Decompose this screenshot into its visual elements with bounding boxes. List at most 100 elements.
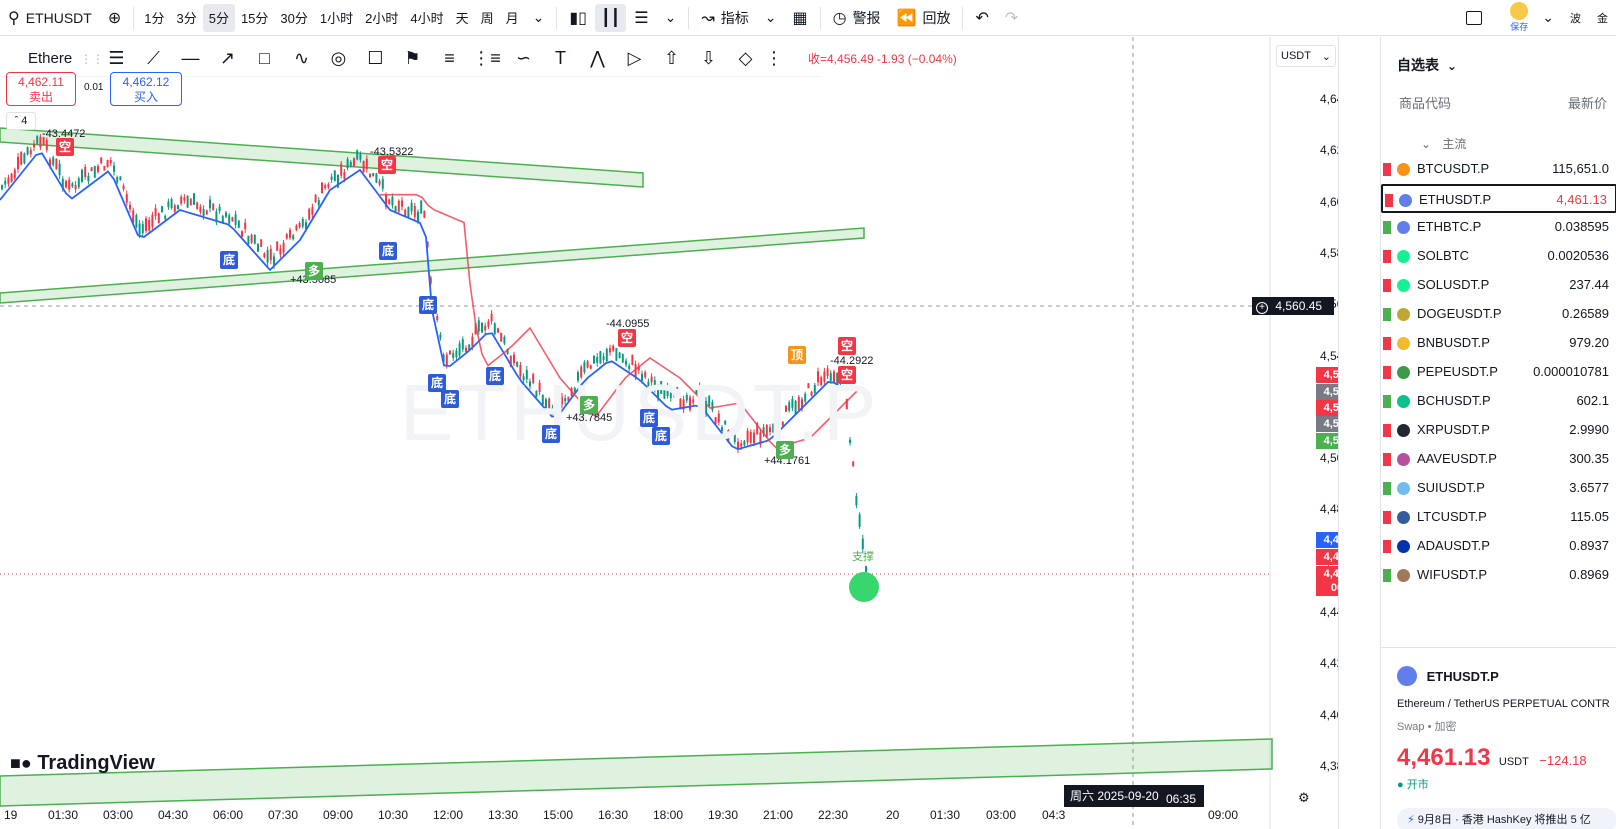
watchlist-title[interactable]: 自选表 ⌄	[1397, 55, 1457, 75]
redo-button[interactable]: ↷	[997, 0, 1026, 36]
coin-icon	[1397, 511, 1410, 524]
save-dropdown[interactable]: ⌄	[1534, 0, 1562, 36]
interval-4[interactable]: 30分	[274, 0, 313, 36]
flag-icon[interactable]	[1383, 308, 1391, 321]
alert-button[interactable]: ◷ 警报	[825, 0, 889, 36]
flag-icon[interactable]	[1383, 424, 1391, 437]
interval-8[interactable]: 天	[450, 0, 475, 36]
compare-button[interactable]: ⊕	[100, 0, 129, 36]
interval-6[interactable]: 2小时	[359, 0, 404, 36]
interval-dropdown[interactable]: ⌄	[525, 0, 553, 36]
parallel-channel-icon[interactable]: ≡	[431, 48, 468, 69]
watchlist-row[interactable]: ADAUSDT.P 0.8937	[1381, 532, 1616, 561]
watchlist-row[interactable]: SOLBTC 0.0020536	[1381, 242, 1616, 271]
tradingview-logo[interactable]: ■● TradingView	[10, 752, 155, 775]
flag-icon[interactable]	[1383, 569, 1391, 582]
flag-icon[interactable]	[1383, 453, 1391, 466]
arrow-up-icon[interactable]: ⇧	[653, 48, 690, 69]
watchlist-row[interactable]: DOGEUSDT.P 0.26589	[1381, 300, 1616, 329]
flag-icon[interactable]	[1383, 163, 1391, 176]
signal-long: 多	[580, 396, 598, 414]
interval-10[interactable]: 月	[500, 0, 525, 36]
interval-0[interactable]: 1分	[138, 0, 170, 36]
undo-button[interactable]: ↶	[967, 0, 996, 36]
currency-selector[interactable]: USDT ⌄	[1276, 45, 1336, 67]
watchlist-row[interactable]: BNBUSDT.P 979.20	[1381, 329, 1616, 358]
layout-button[interactable]: ▦	[784, 0, 815, 36]
flag-icon[interactable]	[1383, 250, 1391, 263]
watchlist-row[interactable]: AAVEUSDT.P 300.35	[1381, 445, 1616, 474]
fullscreen-button[interactable]	[1458, 0, 1490, 36]
rectangle-icon[interactable]: □	[246, 48, 283, 69]
callout-icon[interactable]: ☐	[357, 48, 394, 69]
flag-icon[interactable]	[1383, 395, 1391, 408]
node-path-icon[interactable]: ◇	[727, 48, 764, 69]
extra-button-1[interactable]: 波	[1562, 0, 1589, 36]
chart-type-candles[interactable]: ▮▯	[561, 0, 595, 36]
pattern-icon[interactable]: ⋀	[579, 48, 616, 69]
watchlist-row[interactable]: XRPUSDT.P 2.9990	[1381, 416, 1616, 445]
flag-icon[interactable]	[1383, 337, 1391, 350]
news-ticker[interactable]: ⚡ 9月8日 · 香港 HashKey 将推出 5 亿	[1397, 808, 1616, 829]
interval-7[interactable]: 4小时	[404, 0, 449, 36]
extra-button-2[interactable]: 金	[1589, 0, 1616, 36]
watchlist-row[interactable]: SOLUSDT.P 237.44	[1381, 271, 1616, 300]
candle-body	[7, 177, 10, 184]
flag-icon[interactable]	[1383, 279, 1391, 292]
flag-icon[interactable]	[1383, 221, 1391, 234]
more-tools-icon[interactable]: ⋮	[764, 48, 784, 69]
trendline-icon[interactable]: ⟋	[135, 48, 172, 69]
replay-button[interactable]: ⏪ 回放	[889, 0, 959, 36]
curve-icon[interactable]: ∽	[505, 48, 542, 69]
text-tool-icon[interactable]: T	[542, 48, 579, 69]
watchlist-row[interactable]: ETHBTC.P 0.038595	[1381, 213, 1616, 242]
watchlist-row[interactable]: WIFUSDT.P 0.8969	[1381, 561, 1616, 590]
flag-icon[interactable]	[1383, 366, 1391, 379]
watchlist-row[interactable]: PEPEUSDT.P 0.000010781	[1381, 358, 1616, 387]
chart-type-bars[interactable]: ┃┃	[594, 3, 627, 32]
col-price[interactable]: 最新价	[1568, 93, 1607, 112]
watchlist-row[interactable]: LTCUSDT.P 115.05	[1381, 503, 1616, 532]
interval-2[interactable]: 5分	[202, 3, 235, 32]
indicators-button[interactable]: ↝ 指标	[693, 0, 756, 36]
fib-channel-icon[interactable]: ⋮≡	[468, 48, 505, 69]
candle-body	[343, 172, 346, 179]
time-axis-settings[interactable]: ⚙	[1298, 790, 1310, 806]
buy-button[interactable]: 4,462.12 买入	[110, 72, 182, 106]
flag-icon[interactable]	[1385, 194, 1393, 207]
symbol-search[interactable]: ⚲ ETHUSDT	[0, 0, 100, 36]
watchlist-row[interactable]: BCHUSDT.P 602.1	[1381, 387, 1616, 416]
watchlist-group[interactable]: ⌄ 主流	[1421, 135, 1466, 152]
candle-body	[122, 185, 125, 189]
sell-button[interactable]: 4,462.11 卖出	[6, 72, 76, 106]
save-button[interactable]: 保存	[1504, 0, 1534, 36]
watchlist-row[interactable]: SUIUSDT.P 3.6577	[1381, 474, 1616, 503]
candle-body	[148, 219, 151, 231]
watchlist-row[interactable]: BTCUSDT.P 115,651.0	[1381, 155, 1616, 184]
interval-3[interactable]: 15分	[235, 0, 274, 36]
interval-5[interactable]: 1小时	[314, 0, 359, 36]
ray-icon[interactable]: ↗	[209, 48, 246, 69]
chart-type-more[interactable]: ☰	[626, 0, 656, 36]
flag-icon[interactable]	[1383, 482, 1391, 495]
watchlist-row[interactable]: ETHUSDT.P 4,461.13	[1381, 184, 1616, 213]
indicators-dropdown[interactable]: ⌄	[757, 0, 785, 36]
path-icon[interactable]: ∿	[283, 48, 320, 69]
circle-icon[interactable]: ◎	[320, 48, 357, 69]
indicator-toggle[interactable]: ˆ 4	[6, 112, 36, 130]
chart-type-dropdown[interactable]: ⌄	[657, 0, 685, 36]
interval-9[interactable]: 周	[475, 0, 500, 36]
col-symbol[interactable]: 商品代码	[1399, 93, 1451, 112]
horizontal-lines-icon[interactable]: ☰	[98, 48, 135, 69]
detail-header[interactable]: ETHUSDT.P	[1397, 666, 1499, 686]
interval-1[interactable]: 3分	[170, 0, 202, 36]
fan-icon[interactable]: ▷	[616, 48, 653, 69]
candle-body	[17, 156, 19, 170]
horizontal-line-icon[interactable]: —	[172, 48, 209, 69]
flag-icon[interactable]: ⚑	[394, 48, 431, 69]
flag-icon[interactable]	[1383, 511, 1391, 524]
drag-handle-icon[interactable]: ⋮⋮	[80, 52, 104, 66]
flag-icon[interactable]	[1383, 540, 1391, 553]
arrow-down-icon[interactable]: ⇩	[690, 48, 727, 69]
candle-body	[458, 343, 461, 356]
